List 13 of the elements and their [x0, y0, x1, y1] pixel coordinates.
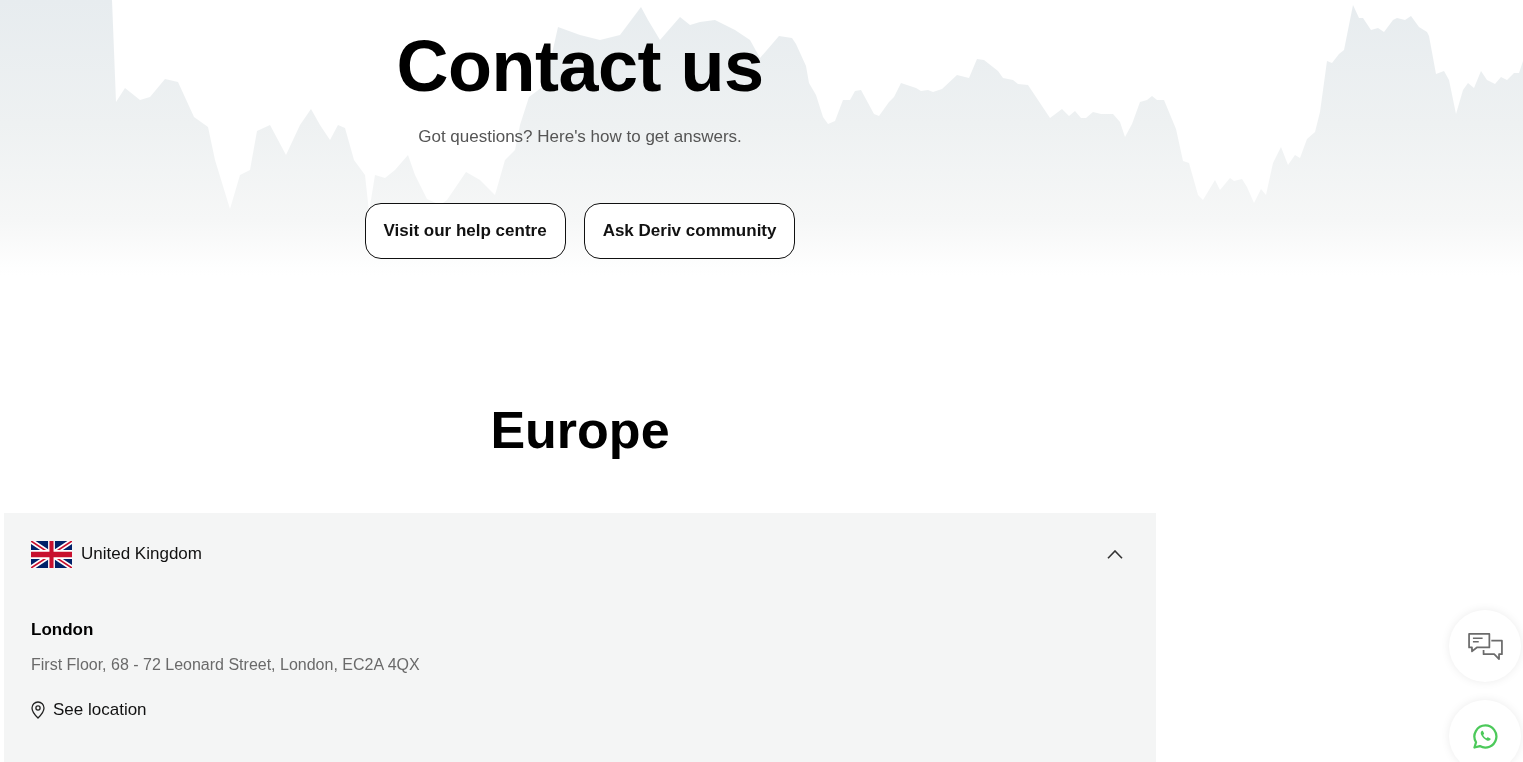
- office-city: London: [31, 619, 95, 641]
- speech-bubbles-icon: [1466, 631, 1504, 661]
- outline-button[interactable]: Ask Deriv community: [583, 203, 796, 259]
- page-subtitle: Got questions? Here's how to get answers.: [418, 126, 742, 148]
- outline-button[interactable]: Visit our help centre: [364, 203, 566, 259]
- flag-icon: [31, 540, 72, 568]
- accordion-header[interactable]: United Kingdom: [4, 513, 1156, 595]
- page-title: Contact us: [396, 30, 764, 102]
- see-location-link[interactable]: See location: [31, 698, 147, 722]
- office-address: First Floor, 68 - 72 Leonard Street, London, EC2A 4QX: [31, 655, 421, 675]
- section-title: Europe: [489, 400, 671, 460]
- map-pin-icon: [31, 701, 45, 719]
- phone-bubble-icon: [1471, 722, 1499, 750]
